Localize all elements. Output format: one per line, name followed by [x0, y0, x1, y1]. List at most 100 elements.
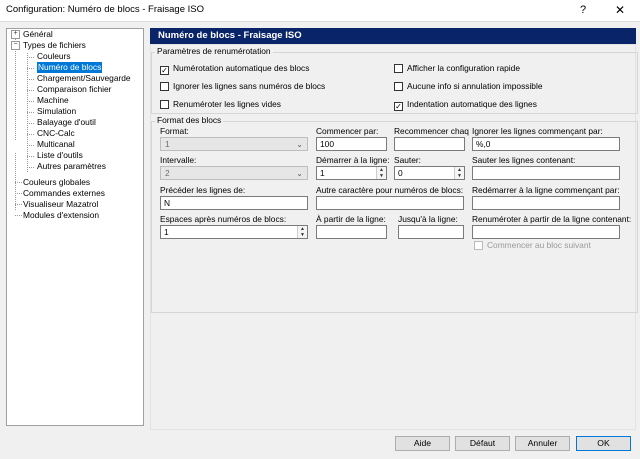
cancel-button[interactable]: Annuler: [515, 436, 570, 451]
tree-connector: [15, 182, 22, 183]
tree-item-cnc-calc[interactable]: CNC-Calc: [37, 128, 75, 139]
settings-tree[interactable]: + Général − Types de fichiers Couleurs N…: [6, 28, 144, 426]
renumber-empty-checkbox[interactable]: Renuméroter les lignes vides: [160, 98, 281, 110]
expand-icon[interactable]: +: [11, 30, 20, 39]
interval-select[interactable]: 2 ⌄: [160, 166, 308, 180]
tree-connector: [27, 167, 34, 168]
format-select[interactable]: 1 ⌄: [160, 137, 308, 151]
from-line-input[interactable]: [316, 225, 387, 239]
page-title: Numéro de blocs - Fraisage ISO: [150, 28, 636, 44]
tree-item-tool-sweep[interactable]: Balayage d'outil: [37, 117, 96, 128]
from-line-label: À partir de la ligne:: [316, 214, 386, 224]
default-button[interactable]: Défaut: [455, 436, 510, 451]
checkbox-icon[interactable]: [394, 82, 403, 91]
skip-label: Sauter:: [394, 155, 422, 165]
skip-stepper[interactable]: 0 ▲ ▼: [394, 166, 465, 180]
tree-item-mazatrol-viewer[interactable]: Visualiseur Mazatrol: [23, 199, 98, 210]
tree-connector: [15, 204, 22, 205]
tree-connector: [27, 134, 34, 135]
title-bar: Configuration: Numéro de blocs - Fraisag…: [0, 0, 640, 22]
tree-item-general[interactable]: Général: [23, 29, 53, 40]
ignore-unnumbered-checkbox[interactable]: Ignorer les lignes sans numéros de blocs: [160, 80, 325, 92]
checkbox-icon[interactable]: [394, 64, 403, 73]
auto-numbering-checkbox[interactable]: ✓ Numérotation automatique des blocs: [160, 62, 310, 75]
tree-item-load-save[interactable]: Chargement/Sauvegarde: [37, 73, 131, 84]
collapse-icon[interactable]: −: [11, 41, 20, 50]
tree-item-tool-list[interactable]: Liste d'outils: [37, 150, 83, 161]
block-format-legend: Format des blocs: [155, 115, 224, 125]
tree-connector: [27, 90, 34, 91]
checkbox-icon[interactable]: [474, 241, 483, 250]
tree-item-simulation[interactable]: Simulation: [37, 106, 76, 117]
ignore-unnumbered-label: Ignorer les lignes sans numéros de blocs: [173, 81, 326, 91]
auto-numbering-label: Numérotation automatique des blocs: [173, 63, 310, 73]
spaces-label: Espaces après numéros de blocs:: [160, 214, 287, 224]
help-icon[interactable]: ?: [568, 1, 598, 20]
restart-input[interactable]: [394, 137, 465, 151]
tree-connector: [15, 215, 22, 216]
next-block-checkbox[interactable]: Commencer au bloc suivant: [474, 239, 591, 251]
skip-lines-input[interactable]: [472, 166, 620, 180]
tree-connector: [27, 145, 34, 146]
tree-connector: [27, 123, 34, 124]
ignore-label: Ignorer les lignes commençant par:: [472, 126, 603, 136]
tree-item-colors[interactable]: Couleurs: [37, 51, 71, 62]
renumbering-legend: Paramètres de renumérotation: [155, 46, 273, 56]
chevron-down-icon: ⌄: [296, 169, 303, 178]
start-line-value: 1: [320, 168, 325, 178]
restart-at-input[interactable]: [472, 196, 620, 210]
tree-connector: [15, 37, 16, 140]
start-label: Commencer par:: [316, 126, 379, 136]
quick-config-label: Afficher la configuration rapide: [407, 63, 520, 73]
close-icon[interactable]: ✕: [602, 1, 638, 20]
renumber-empty-label: Renuméroter les lignes vides: [173, 99, 281, 109]
checkbox-icon[interactable]: [160, 100, 169, 109]
format-label: Format:: [160, 126, 189, 136]
renum-from-label: Renuméroter à partir de la ligne contena…: [472, 214, 632, 224]
interval-value: 2: [165, 168, 170, 178]
tree-item-machine[interactable]: Machine: [37, 95, 69, 106]
tree-item-block-numbers[interactable]: Numéro de blocs: [37, 62, 103, 73]
start-input[interactable]: 100: [316, 137, 387, 151]
tree-item-other-params[interactable]: Autres paramètres: [37, 161, 106, 172]
tree-connector: [27, 79, 34, 80]
interval-label: Intervalle:: [160, 155, 197, 165]
next-block-label: Commencer au bloc suivant: [487, 240, 591, 250]
tree-item-file-compare[interactable]: Comparaison fichier: [37, 84, 111, 95]
checkbox-icon[interactable]: [160, 82, 169, 91]
help-button[interactable]: Aide: [395, 436, 450, 451]
start-line-stepper[interactable]: 1 ▲ ▼: [316, 166, 387, 180]
tree-item-global-colors[interactable]: Couleurs globales: [23, 177, 90, 188]
ok-button[interactable]: OK: [576, 436, 631, 451]
tree-item-external-commands[interactable]: Commandes externes: [23, 188, 105, 199]
no-info-cancel-checkbox[interactable]: Aucune info si annulation impossible: [394, 80, 542, 92]
checkbox-checked-icon[interactable]: ✓: [394, 102, 403, 111]
tree-item-file-types[interactable]: Types de fichiers: [23, 40, 86, 51]
auto-indent-label: Indentation automatique des lignes: [407, 99, 537, 109]
no-info-cancel-label: Aucune info si annulation impossible: [407, 81, 543, 91]
spin-arrows-icon[interactable]: ▲ ▼: [297, 226, 307, 238]
tree-item-multichannel[interactable]: Multicanal: [37, 139, 75, 150]
skip-lines-label: Sauter les lignes contenant:: [472, 155, 576, 165]
tree-item-extension-modules[interactable]: Modules d'extension: [23, 210, 99, 221]
checkbox-checked-icon[interactable]: ✓: [160, 66, 169, 75]
spin-arrows-icon[interactable]: ▲ ▼: [376, 167, 386, 179]
tree-connector: [27, 68, 34, 69]
window-title: Configuration: Numéro de blocs - Fraisag…: [6, 4, 205, 15]
other-char-label: Autre caractère pour numéros de blocs:: [316, 185, 464, 195]
spin-arrows-icon[interactable]: ▲ ▼: [454, 167, 464, 179]
tree-connector: [27, 101, 34, 102]
quick-config-checkbox[interactable]: Afficher la configuration rapide: [394, 62, 520, 74]
ignore-input[interactable]: %,0: [472, 137, 620, 151]
chevron-down-icon: ⌄: [296, 140, 303, 149]
precede-input[interactable]: N: [160, 196, 308, 210]
other-char-input[interactable]: [316, 196, 464, 210]
auto-indent-checkbox[interactable]: ✓ Indentation automatique des lignes: [394, 98, 537, 111]
restart-label: Recommencer chaq: [394, 126, 469, 136]
to-line-input[interactable]: [398, 225, 464, 239]
tree-connector: [27, 112, 34, 113]
to-line-label: Jusqu'à la ligne:: [398, 214, 458, 224]
spaces-stepper[interactable]: 1 ▲ ▼: [160, 225, 308, 239]
skip-value: 0: [398, 168, 403, 178]
renum-from-input[interactable]: [472, 225, 620, 239]
